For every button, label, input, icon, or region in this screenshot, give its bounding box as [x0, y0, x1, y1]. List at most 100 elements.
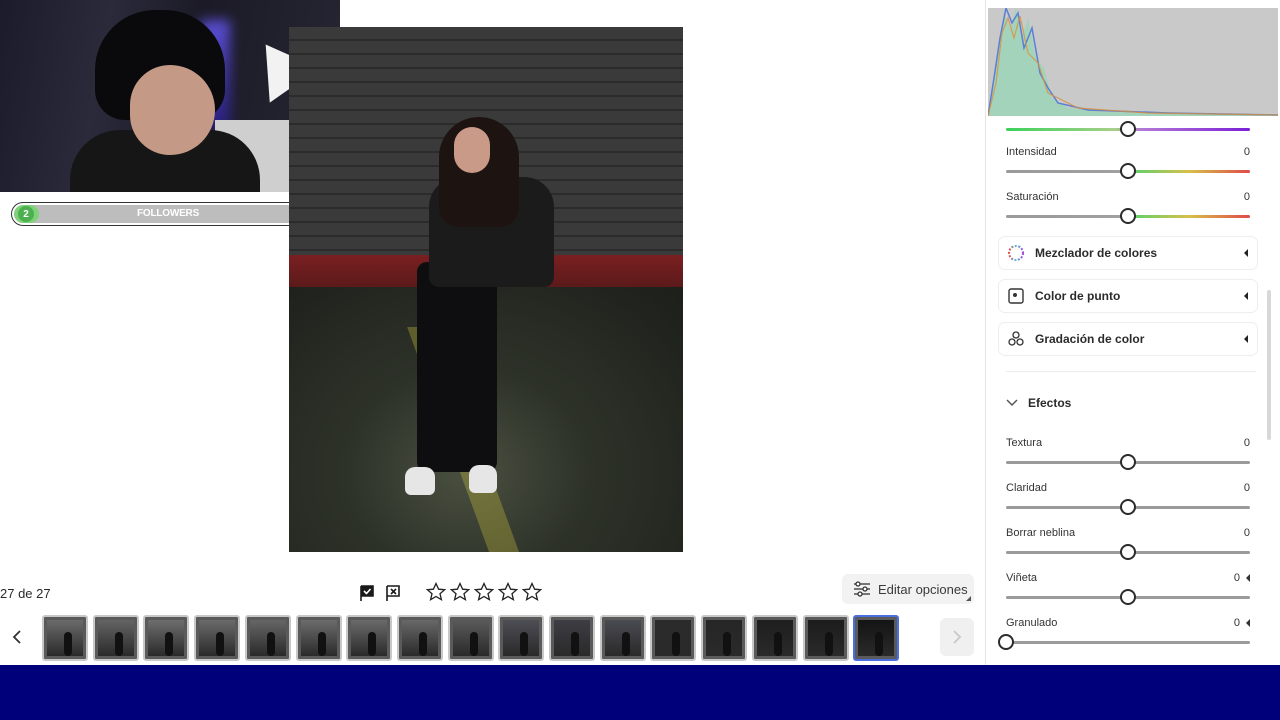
slider-knob[interactable]: [998, 634, 1014, 650]
effects-section-header[interactable]: Efectos: [1006, 396, 1071, 410]
filmstrip-thumbnail[interactable]: [549, 615, 595, 661]
thumbnail-figure: [317, 632, 326, 656]
filmstrip-next-button[interactable]: [940, 618, 974, 656]
filmstrip-thumbnail[interactable]: [701, 615, 748, 661]
star-icon[interactable]: [426, 582, 446, 602]
filmstrip-thumbnail[interactable]: [143, 615, 190, 661]
effects-title: Efectos: [1028, 396, 1072, 410]
thumbnail-image: [199, 620, 236, 656]
section-label: Mezclador de colores: [1035, 246, 1158, 260]
thumbnail-figure: [520, 632, 529, 656]
thumbnail-image: [858, 620, 895, 656]
filmstrip-thumbnail[interactable]: [853, 615, 900, 661]
slider-track[interactable]: [1006, 454, 1250, 470]
slider-knob[interactable]: [1120, 499, 1136, 515]
followers-goal-bar: 2 FOLLOWERS 100: [12, 203, 324, 225]
star-icon[interactable]: [522, 582, 542, 602]
slider-value[interactable]: 0: [1244, 482, 1250, 494]
slider-label: Granulado: [1006, 617, 1058, 629]
filmstrip-thumbnail[interactable]: [396, 615, 443, 661]
slider-value-group: 0: [1244, 527, 1250, 539]
filmstrip-prev-button[interactable]: [0, 618, 34, 656]
filmstrip-thumbnail[interactable]: [650, 615, 697, 661]
filmstrip-thumbnail[interactable]: [498, 615, 545, 661]
panel-scrollbar[interactable]: [1267, 290, 1271, 440]
thumbnail-figure: [773, 632, 782, 656]
filmstrip-thumbnail[interactable]: [447, 615, 494, 661]
slider-knob[interactable]: [1120, 163, 1136, 179]
panel-divider: [1006, 371, 1256, 372]
slider-value[interactable]: 0: [1244, 191, 1250, 203]
slider-value-group: 0: [1244, 191, 1250, 203]
filmstrip-thumbnail[interactable]: [751, 615, 798, 661]
photo-counter: 27 de 27: [0, 586, 51, 601]
slider-label: Borrar neblina: [1006, 527, 1076, 539]
point-color-icon: [1007, 287, 1025, 305]
color-grading-icon: [1007, 330, 1025, 348]
slider-track[interactable]: [998, 634, 1250, 650]
section-color-grading[interactable]: Gradación de color: [999, 323, 1257, 355]
slider-value[interactable]: 0: [1244, 527, 1250, 539]
section-label: Color de punto: [1035, 289, 1121, 303]
flag-reject-icon: [386, 585, 400, 601]
section-color-mixer[interactable]: Mezclador de colores: [999, 237, 1257, 269]
thumbnail-image: [452, 620, 489, 656]
slider-track[interactable]: [1006, 499, 1250, 515]
caret-left-icon[interactable]: [1246, 619, 1250, 627]
section-point-color[interactable]: Color de punto: [999, 280, 1257, 312]
caret-left-icon: [1244, 292, 1248, 300]
color-slider-top-track[interactable]: [1006, 121, 1250, 137]
flag-pick-button[interactable]: [357, 583, 377, 603]
slider-track[interactable]: [1006, 589, 1250, 605]
slider-knob[interactable]: [1120, 454, 1136, 470]
filmstrip-thumbnail[interactable]: [802, 615, 849, 661]
slider-value[interactable]: 0: [1234, 572, 1240, 584]
star-icon[interactable]: [450, 582, 470, 602]
filmstrip-thumbnail[interactable]: [295, 615, 342, 661]
slider-knob[interactable]: [1120, 208, 1136, 224]
edit-options-button[interactable]: Editar opciones: [842, 574, 974, 604]
star-icon[interactable]: [474, 582, 494, 602]
filmstrip-thumbnail[interactable]: [194, 615, 241, 661]
slider-knob[interactable]: [1120, 544, 1136, 560]
filmstrip-thumbnail[interactable]: [244, 615, 291, 661]
star-icon[interactable]: [498, 582, 518, 602]
slider-label: Intensidad: [1006, 146, 1057, 158]
thumbnail-figure: [875, 632, 884, 656]
slider-value-group: 0: [1244, 482, 1250, 494]
color-slider-top-knob[interactable]: [1120, 121, 1136, 137]
caret-left-icon[interactable]: [1246, 574, 1250, 582]
color-slider-top: [1006, 116, 1250, 137]
thumbnail-figure: [621, 632, 630, 656]
slider-track[interactable]: [1006, 208, 1250, 224]
slider-track[interactable]: [1006, 163, 1250, 179]
slider-knob[interactable]: [1120, 589, 1136, 605]
flag-reject-button[interactable]: [383, 583, 403, 603]
corner-indicator-icon: [966, 596, 971, 601]
histogram-graph: [988, 8, 1278, 116]
sliders-icon: [854, 581, 870, 597]
slider-value[interactable]: 0: [1244, 437, 1250, 449]
slider-value[interactable]: 0: [1244, 146, 1250, 158]
thumbnail-figure: [723, 632, 732, 656]
slider-track[interactable]: [1006, 544, 1250, 560]
thumbnail-image: [756, 620, 793, 656]
thumbnail-image: [807, 620, 844, 656]
slider-value[interactable]: 0: [1234, 617, 1240, 629]
thumbnail-image: [300, 620, 337, 656]
thumbnail-image: [97, 620, 134, 656]
effect-slider: Textura 0: [1006, 437, 1250, 470]
filmstrip-thumbnail[interactable]: [346, 615, 393, 661]
slider-label-row: Claridad 0: [1006, 482, 1250, 494]
slider-value-group: 0: [1244, 146, 1250, 158]
caret-left-icon: [1244, 335, 1248, 343]
thumbnail-figure: [266, 632, 275, 656]
slider-label-row: Viñeta 0: [1006, 572, 1250, 584]
thumbnail-image: [706, 620, 743, 656]
filmstrip-thumbnail[interactable]: [42, 615, 88, 661]
effect-slider: Granulado 0: [998, 617, 1250, 650]
filmstrip-thumbnail[interactable]: [599, 615, 646, 661]
main-photo[interactable]: [289, 27, 683, 552]
filmstrip-thumbnail[interactable]: [92, 615, 139, 661]
photo-subject-shoe-right: [469, 465, 497, 493]
